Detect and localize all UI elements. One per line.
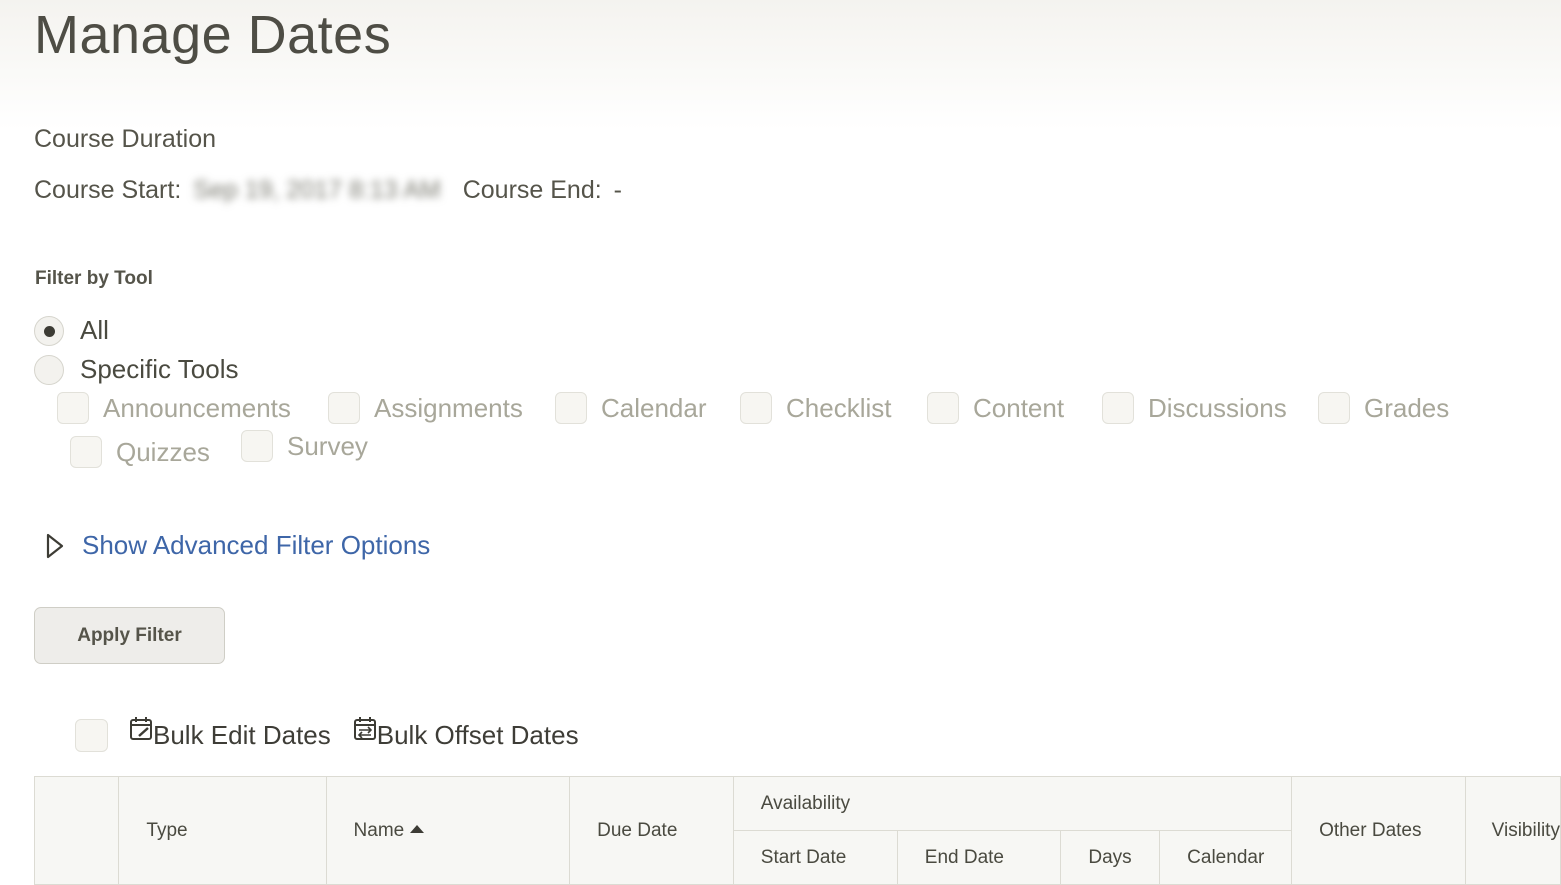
tool-calendar[interactable]: Calendar (555, 392, 707, 424)
tool-grades[interactable]: Grades (1318, 392, 1449, 424)
tool-discussions[interactable]: Discussions (1102, 392, 1287, 424)
tool-label-calendar: Calendar (601, 392, 707, 423)
tool-survey[interactable]: Survey (241, 430, 368, 462)
bulk-offset-dates-label: Bulk Offset Dates (376, 719, 579, 750)
checkbox-content[interactable] (927, 392, 959, 424)
start-date-column-header: Start Date (732, 830, 898, 885)
course-duration-heading: Course Duration (34, 125, 217, 153)
filter-heading: Filter by Tool (35, 268, 153, 289)
checkbox-announcements[interactable] (57, 392, 89, 424)
calendar-edit-icon (130, 717, 152, 740)
dates-table: Type Name Due Date Availability Other Da… (33, 776, 1561, 885)
radio-all[interactable] (34, 315, 64, 346)
other-dates-column-header: Other Dates (1291, 776, 1466, 885)
name-column-header[interactable]: Name (325, 776, 571, 885)
bulk-edit-dates-button[interactable]: Bulk Edit Dates (129, 717, 331, 751)
checkbox-calendar[interactable] (555, 392, 587, 424)
sort-ascending-icon[interactable] (410, 824, 425, 833)
apply-filter-button[interactable]: Apply Filter (34, 607, 225, 664)
course-start-label: Course Start: (34, 176, 182, 204)
tool-label-content: Content (973, 392, 1065, 423)
tool-label-discussions: Discussions (1148, 392, 1287, 423)
tool-content[interactable]: Content (927, 392, 1064, 424)
tool-label-announcements: Announcements (103, 392, 291, 423)
bulk-actions-bar: Bulk Edit Dates Bulk Offset Dates (75, 717, 579, 752)
radio-specific-tools[interactable] (34, 354, 64, 385)
tool-label-survey: Survey (287, 430, 368, 461)
course-dates: Course Start: Sep 19, 2017 8:13 AM Course … (34, 176, 622, 205)
radio-all-label: All (80, 315, 109, 345)
checkbox-assignments[interactable] (328, 392, 360, 424)
advanced-filter-link[interactable]: Show Advanced Filter Options (82, 530, 430, 561)
tool-label-quizzes: Quizzes (116, 436, 210, 467)
tool-announcements[interactable]: Announcements (57, 392, 291, 424)
availability-column-header: Availability (732, 776, 1293, 831)
course-end-value: - (613, 176, 622, 204)
course-start-value: Sep 19, 2017 8:13 AM (193, 176, 441, 204)
radio-option-all[interactable]: All (34, 315, 109, 346)
due-date-column-header: Due Date (569, 776, 734, 885)
checkbox-checklist[interactable] (740, 392, 772, 424)
calendar-offset-icon (353, 717, 376, 740)
end-date-column-header: End Date (896, 830, 1062, 885)
name-column-label[interactable]: Name (354, 820, 405, 841)
triangle-right-icon (46, 533, 64, 558)
checkbox-survey[interactable] (241, 430, 273, 462)
advanced-filter-toggle[interactable]: Show Advanced Filter Options (44, 530, 430, 561)
visibility-column-header: Visibility (1464, 776, 1561, 885)
radio-option-specific-tools[interactable]: Specific Tools (34, 354, 239, 385)
bulk-offset-dates-button[interactable]: Bulk Offset Dates (353, 717, 579, 751)
checkbox-discussions[interactable] (1102, 392, 1134, 424)
tool-label-grades: Grades (1364, 392, 1450, 423)
type-column-header: Type (118, 776, 327, 885)
checkbox-quizzes[interactable] (70, 436, 102, 468)
radio-specific-tools-label: Specific Tools (80, 354, 239, 384)
days-column-header: Days (1060, 830, 1161, 885)
tool-label-assignments: Assignments (374, 392, 523, 423)
select-column-header (33, 776, 120, 885)
course-end-label: Course End: (462, 176, 602, 204)
tool-quizzes[interactable]: Quizzes (70, 436, 210, 468)
calendar-column-header: Calendar (1159, 830, 1293, 885)
page-title: Manage Dates (34, 5, 392, 65)
select-all-checkbox[interactable] (75, 718, 108, 752)
tool-label-checklist: Checklist (786, 392, 892, 423)
tool-checklist[interactable]: Checklist (740, 392, 891, 424)
bulk-edit-dates-label: Bulk Edit Dates (153, 719, 331, 750)
tool-assignments[interactable]: Assignments (328, 392, 523, 424)
checkbox-grades[interactable] (1318, 392, 1350, 424)
